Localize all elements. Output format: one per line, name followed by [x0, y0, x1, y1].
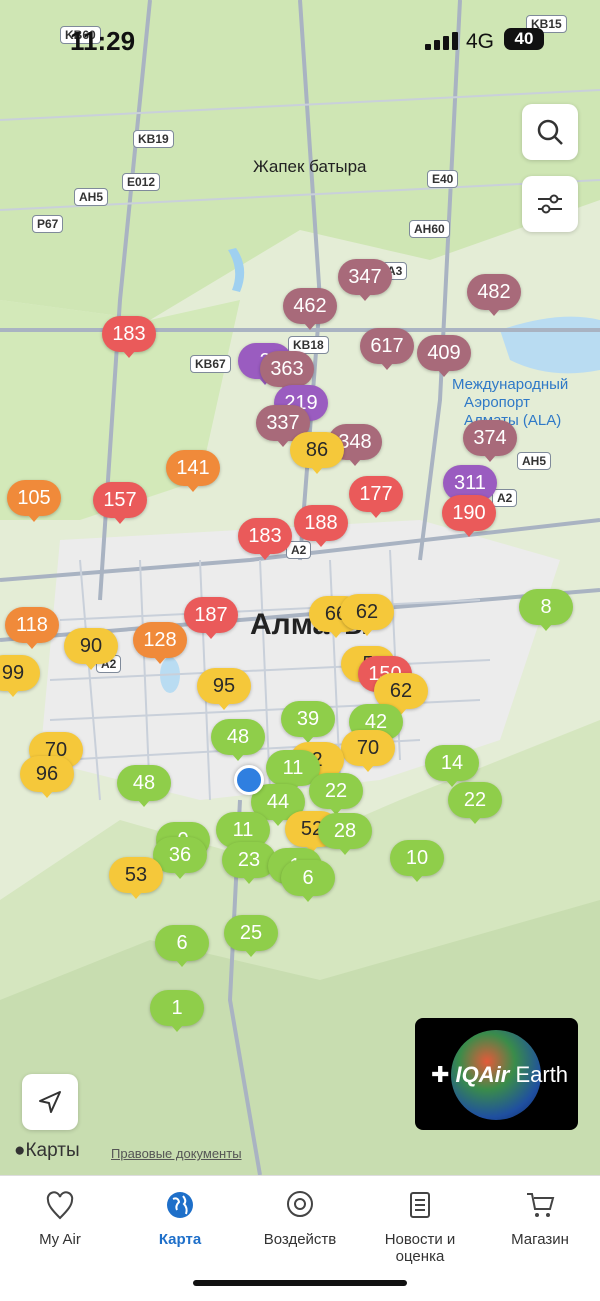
- aqi-marker[interactable]: 177: [349, 476, 403, 518]
- sliders-icon: [538, 194, 562, 214]
- aqi-marker[interactable]: 8: [519, 589, 573, 631]
- aqi-marker[interactable]: 188: [294, 505, 348, 547]
- heart-pin-icon: [46, 1191, 74, 1220]
- aqi-marker[interactable]: 22: [448, 782, 502, 824]
- iqair-earth-button[interactable]: ✚ IQAir Earth: [415, 1018, 578, 1130]
- tab-my-air[interactable]: My Air: [0, 1190, 120, 1248]
- aqi-marker[interactable]: 6: [155, 925, 209, 967]
- signal-icon: [425, 30, 461, 50]
- road-shield: P67: [32, 215, 64, 233]
- road-shield: A2: [492, 489, 518, 507]
- place-label: Жапек батыра: [253, 157, 367, 176]
- aqi-marker[interactable]: 25: [224, 915, 278, 957]
- tab-news[interactable]: Новости и оценка: [360, 1190, 480, 1265]
- road-shield: AH60: [409, 220, 450, 238]
- location-arrow-icon: [39, 1091, 61, 1113]
- aqi-marker[interactable]: 28: [318, 813, 372, 855]
- search-button[interactable]: [522, 104, 578, 160]
- aqi-marker[interactable]: 128: [133, 622, 187, 664]
- aqi-marker[interactable]: 363: [260, 351, 314, 393]
- network-type: 4G: [466, 30, 495, 53]
- tab-impact[interactable]: Воздейств: [240, 1190, 360, 1248]
- aqi-marker[interactable]: 48: [211, 719, 265, 761]
- aqi-marker[interactable]: 347: [338, 259, 392, 301]
- aqi-marker[interactable]: 141: [166, 450, 220, 492]
- aqi-marker[interactable]: 62: [340, 594, 394, 636]
- aqi-marker[interactable]: 90: [64, 628, 118, 670]
- aqi-marker[interactable]: 48: [117, 765, 171, 807]
- aqi-marker[interactable]: 462: [283, 288, 337, 330]
- locate-me-button[interactable]: [22, 1074, 78, 1130]
- aqi-marker[interactable]: 99: [0, 655, 40, 697]
- tab-shop[interactable]: Магазин: [480, 1190, 600, 1248]
- road-shield: AH5: [517, 452, 552, 470]
- apple-logo-icon: ●: [14, 1140, 26, 1161]
- place-label: Международный: [452, 376, 569, 393]
- aqi-marker[interactable]: 86: [290, 432, 344, 474]
- status-bar: 11:29 4G 40: [0, 0, 600, 80]
- aqi-marker[interactable]: 96: [20, 756, 74, 798]
- aqi-marker[interactable]: 10: [390, 840, 444, 882]
- aqi-marker[interactable]: 39: [281, 701, 335, 743]
- legal-link[interactable]: Правовые документы: [111, 1146, 242, 1161]
- place-label: Аэропорт: [464, 394, 531, 411]
- road-shield: E012: [122, 173, 161, 191]
- aqi-marker[interactable]: 482: [467, 274, 521, 316]
- aqi-marker[interactable]: 187: [184, 597, 238, 639]
- aqi-marker[interactable]: 1: [150, 990, 204, 1032]
- iqair-earth-label: ✚ IQAir Earth: [431, 1062, 569, 1087]
- tab-map[interactable]: Карта: [120, 1190, 240, 1248]
- aqi-marker[interactable]: 183: [238, 518, 292, 560]
- aqi-marker[interactable]: 95: [197, 668, 251, 710]
- aqi-marker[interactable]: 6: [281, 860, 335, 902]
- aqi-marker[interactable]: 157: [93, 482, 147, 524]
- aqi-marker[interactable]: 118: [5, 607, 59, 649]
- road-shield: KB67: [190, 355, 231, 373]
- aqi-marker[interactable]: 617: [360, 328, 414, 370]
- impact-icon: [287, 1191, 313, 1217]
- aqi-marker[interactable]: 22: [309, 773, 363, 815]
- filter-button[interactable]: [522, 176, 578, 232]
- apple-maps-attribution: ●Карты: [14, 1140, 80, 1161]
- clock: 11:29: [70, 26, 136, 56]
- home-indicator: [193, 1280, 407, 1286]
- battery-icon: 40: [504, 28, 544, 50]
- globe-icon: [167, 1192, 193, 1218]
- aqi-marker[interactable]: 409: [417, 335, 471, 377]
- cart-icon: [527, 1193, 555, 1217]
- road-shield: AH5: [74, 188, 109, 206]
- aqi-marker[interactable]: 190: [442, 495, 496, 537]
- aqi-marker[interactable]: 374: [463, 420, 517, 462]
- aqi-marker[interactable]: 53: [109, 857, 163, 899]
- news-icon: [410, 1192, 430, 1218]
- user-location-dot: [234, 765, 264, 795]
- aqi-marker[interactable]: 105: [7, 480, 61, 522]
- aqi-marker[interactable]: 70: [341, 730, 395, 772]
- aqi-marker[interactable]: 14: [425, 745, 479, 787]
- search-icon: [537, 119, 563, 145]
- road-shield: KB19: [133, 130, 174, 148]
- map-view[interactable]: KB60 KB15 KB19 E012 AH5 P67 E40 AH60 KB67 KB18 A3 A…: [0, 0, 600, 1175]
- aqi-marker[interactable]: 183: [102, 316, 156, 358]
- road-shield: E40: [427, 170, 459, 188]
